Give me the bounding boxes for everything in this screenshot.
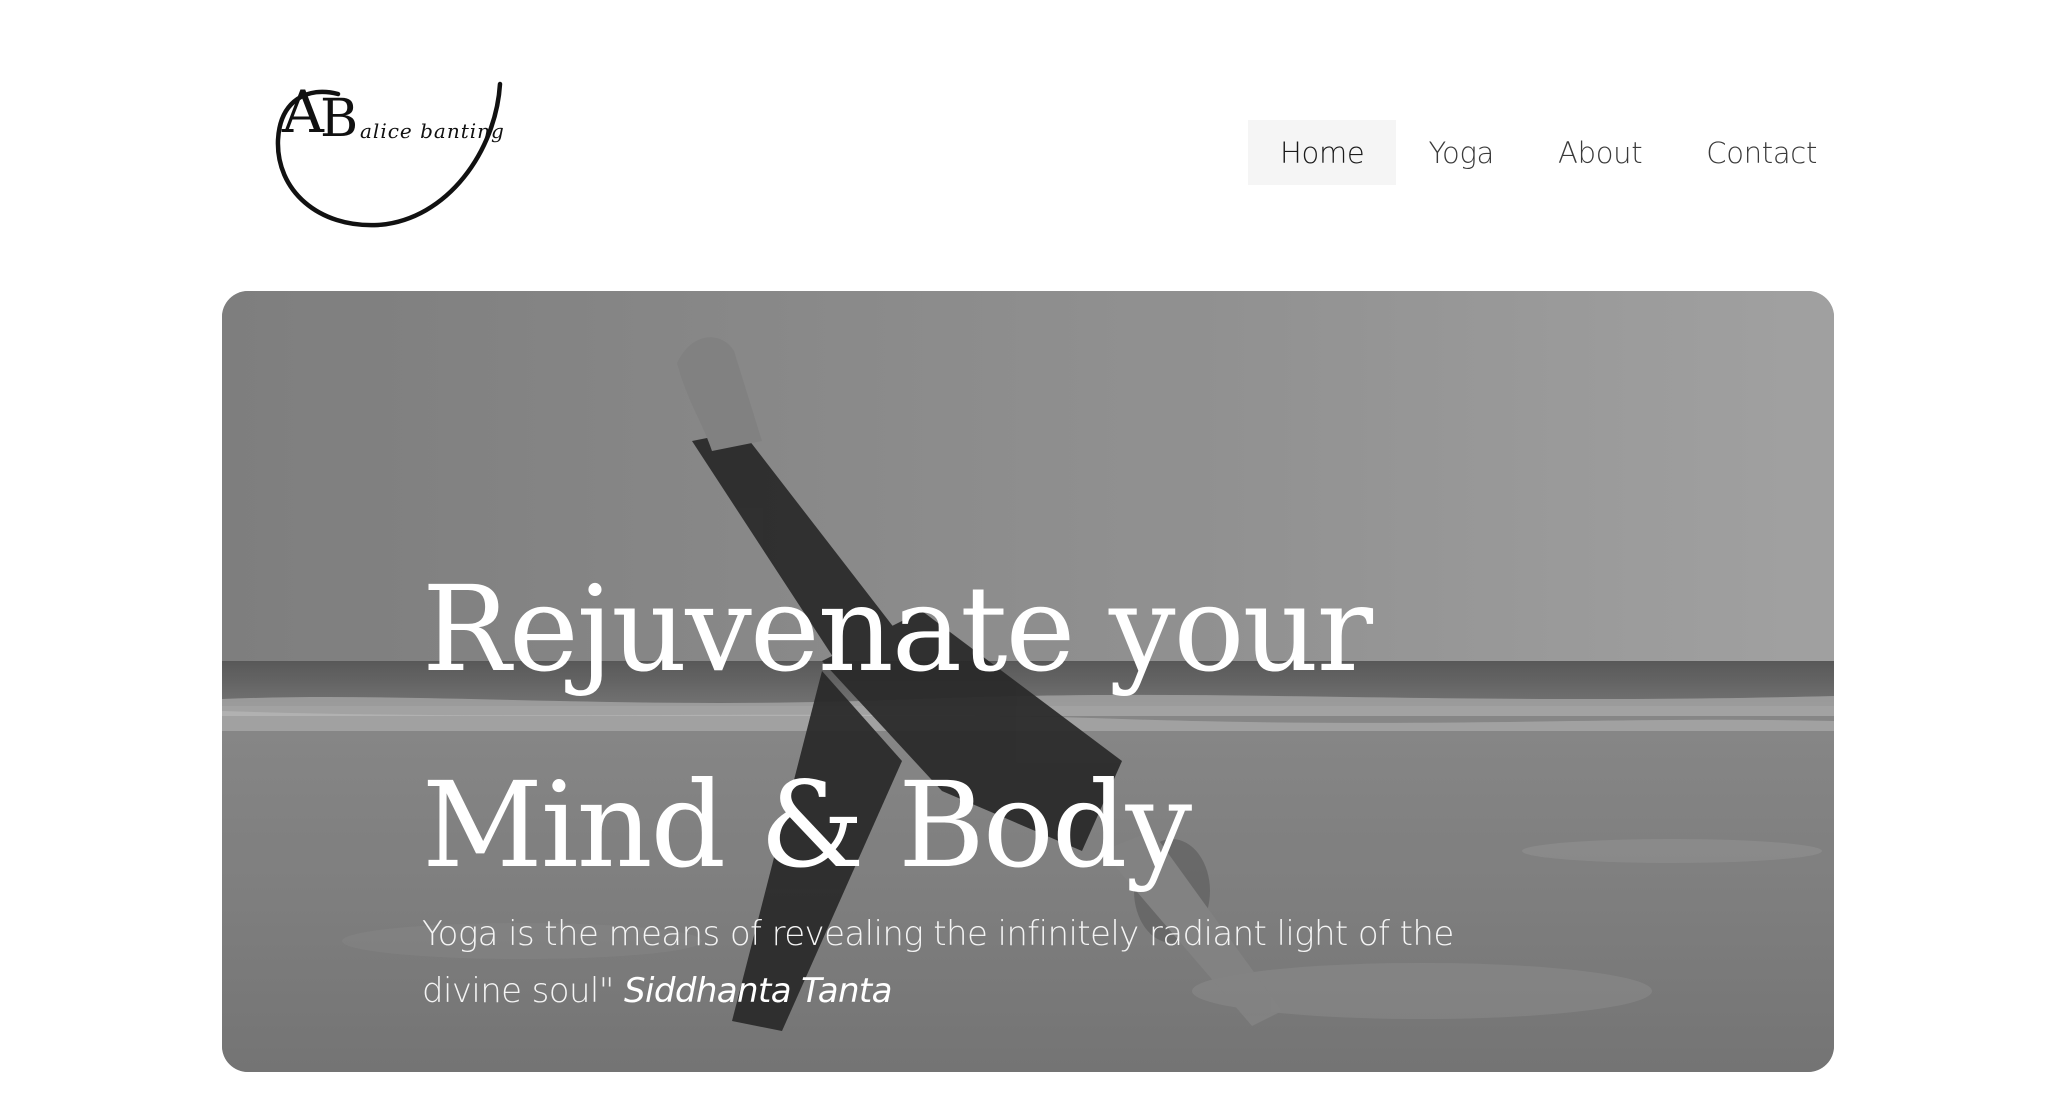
nav-item-home[interactable]: Home: [1248, 120, 1397, 185]
main-nav: Home Yoga About Contact: [1248, 120, 1849, 185]
hero-title: Rejuvenate your Mind & Body: [422, 531, 1373, 923]
site-logo[interactable]: A B alice banting: [268, 80, 508, 235]
hero-quote-text: Yoga is the means of revealing the infin…: [422, 914, 1454, 1011]
svg-text:A: A: [281, 80, 325, 146]
hero-title-line-1: Rejuvenate your: [422, 560, 1373, 698]
hero-title-line-2: Mind & Body: [422, 756, 1192, 894]
nav-item-yoga[interactable]: Yoga: [1396, 120, 1526, 185]
hero-quote: Yoga is the means of revealing the infin…: [422, 906, 1472, 1020]
page: A B alice banting Home Yoga About Contac…: [0, 0, 2046, 1118]
hero-section: Rejuvenate your Mind & Body Yoga is the …: [222, 291, 1834, 1072]
svg-text:alice banting: alice banting: [360, 119, 505, 143]
nav-item-contact[interactable]: Contact: [1674, 120, 1849, 185]
hero-quote-author: Siddhanta Tanta: [624, 971, 892, 1011]
logo-icon: A B alice banting: [275, 80, 505, 228]
svg-text:B: B: [320, 89, 358, 149]
nav-item-about[interactable]: About: [1526, 120, 1674, 185]
